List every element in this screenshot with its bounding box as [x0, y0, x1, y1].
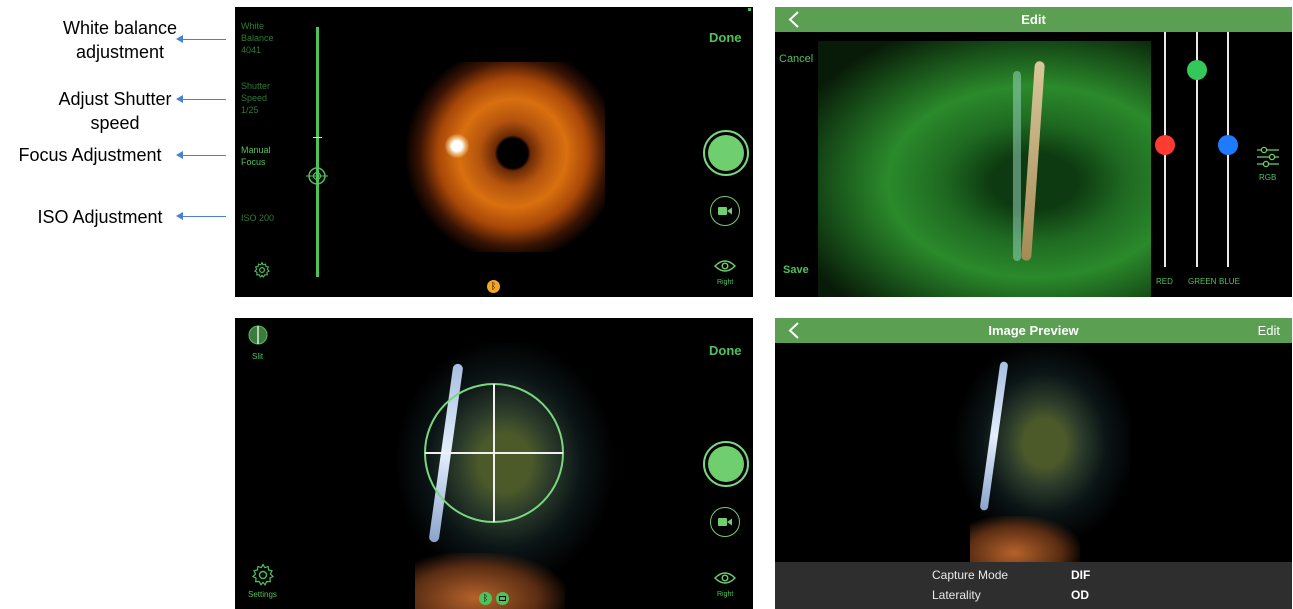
annotation-shutter: Adjust Shutter speed: [58, 89, 172, 133]
camera-panel-slit: Slit Done Settings Right ᛒ: [235, 318, 753, 609]
annotation-arrow: [176, 151, 226, 159]
annotation-arrow: [176, 212, 226, 220]
preview-title: Image Preview: [988, 323, 1079, 338]
slider-label-blue: BLUE: [1219, 277, 1240, 286]
info-bar: Capture Mode DIF Laterality OD: [775, 562, 1292, 609]
save-button[interactable]: Save: [783, 264, 809, 276]
laterality-label: Laterality: [932, 588, 981, 602]
eye-image-iris: [400, 62, 605, 252]
capture-mode-value: DIF: [1071, 568, 1091, 582]
slider-knob-blue[interactable]: [1218, 134, 1238, 155]
focus-slider-track[interactable]: [316, 27, 319, 277]
annotation-focus: Focus Adjustment: [18, 145, 162, 165]
preview-header: Image Preview Edit: [775, 318, 1292, 343]
status-dot: [748, 8, 751, 11]
edit-title: Edit: [1021, 12, 1046, 27]
edit-panel: Edit Cancel Save RED GREEN BLUE RGB: [775, 7, 1292, 297]
slider-knob-green[interactable]: [1187, 59, 1207, 80]
eye-side-label: Right: [717, 591, 734, 598]
slit-icon[interactable]: [248, 325, 268, 345]
capture-mode-label: Capture Mode: [932, 568, 1009, 582]
camera-panel-adjustments: White Balance 4041 Shutter Speed 1/25 Ma…: [235, 7, 753, 297]
annotation-iso: ISO Adjustment: [37, 207, 163, 227]
video-mode-button[interactable]: [710, 196, 740, 226]
bluetooth-icon: ᛒ: [479, 592, 492, 605]
white-balance-label[interactable]: White Balance 4041: [241, 20, 274, 56]
done-button[interactable]: Done: [709, 343, 742, 358]
capture-button[interactable]: [703, 441, 749, 487]
eye-image-slit-green: [818, 41, 1151, 297]
video-camera-icon: [718, 207, 732, 215]
shutter-speed-label[interactable]: Shutter Speed 1/25: [241, 80, 270, 116]
crosshair-reticle[interactable]: [423, 382, 565, 524]
slider-knob-red[interactable]: [1155, 134, 1175, 155]
eye-icon[interactable]: [714, 259, 736, 273]
focus-slider-tick: [313, 137, 322, 138]
sliders-settings-icon[interactable]: [1256, 146, 1280, 168]
edit-header: Edit: [775, 7, 1292, 32]
annotation-arrow: [176, 95, 226, 103]
settings-gear-icon[interactable]: [251, 563, 275, 587]
slider-label-green: GREEN: [1188, 277, 1217, 286]
battery-icon: [496, 592, 509, 605]
manual-focus-label[interactable]: Manual Focus: [241, 144, 271, 168]
annotation-arrow: [176, 35, 226, 43]
eye-image-preview: [940, 346, 1130, 562]
iso-label[interactable]: ISO 200: [241, 212, 274, 224]
eye-icon[interactable]: [714, 571, 736, 585]
cancel-button[interactable]: Cancel: [779, 53, 813, 65]
video-camera-icon: [718, 518, 732, 526]
annotation-white-balance: White balance adjustment: [62, 18, 178, 62]
focus-target-icon[interactable]: [306, 165, 328, 187]
slider-label-red: RED: [1156, 277, 1173, 286]
image-preview-panel: Image Preview Edit Capture Mode DIF Late…: [775, 318, 1292, 609]
settings-label[interactable]: Settings: [248, 590, 277, 599]
bluetooth-icon: ᛒ: [487, 280, 500, 293]
edit-button[interactable]: Edit: [1258, 323, 1280, 338]
capture-button[interactable]: [703, 130, 749, 176]
done-button[interactable]: Done: [709, 30, 742, 45]
slit-label: Slit: [252, 352, 264, 361]
gear-icon[interactable]: [253, 261, 271, 279]
rgb-label: RGB: [1259, 173, 1277, 182]
laterality-value: OD: [1071, 588, 1089, 602]
eye-side-label: Right: [717, 279, 734, 286]
video-mode-button[interactable]: [710, 507, 740, 537]
